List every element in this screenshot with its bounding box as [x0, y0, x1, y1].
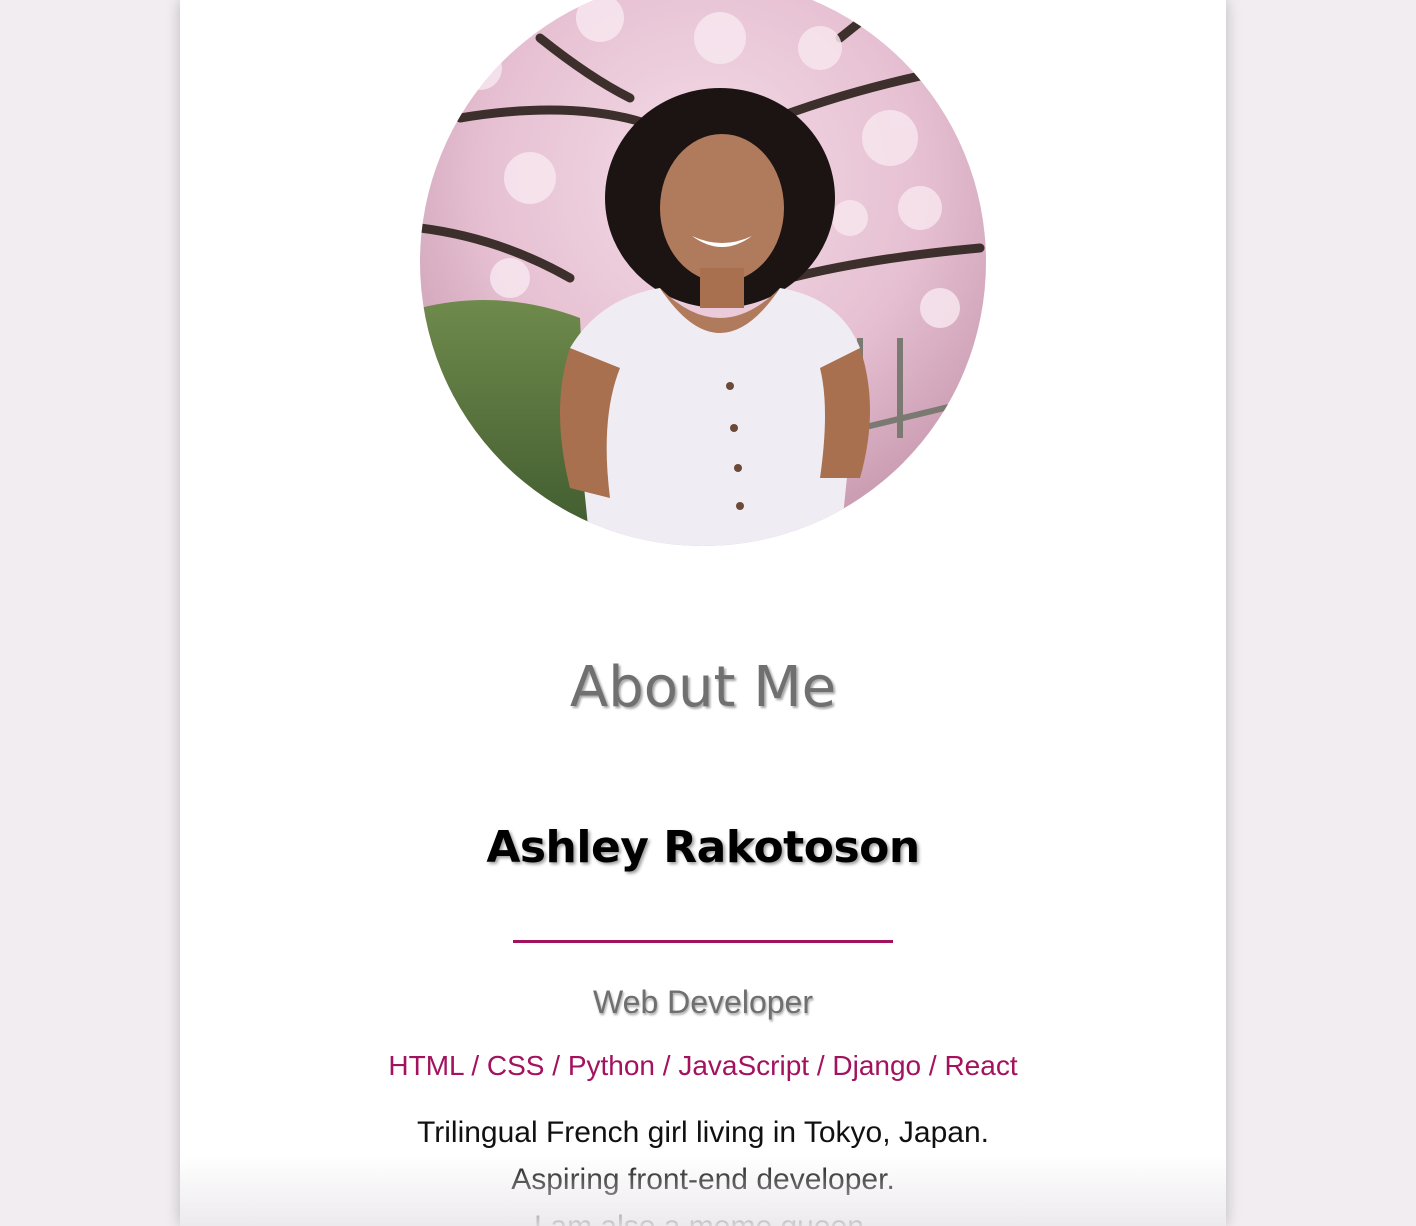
bio-line: Aspiring front-end developer.: [511, 1163, 895, 1196]
section-title: About Me: [569, 655, 837, 720]
bio-line: Trilingual French girl living in Tokyo, …: [417, 1116, 989, 1149]
accent-divider: [513, 940, 893, 943]
bio-line: I am also a meme queen.: [180, 1203, 1226, 1226]
job-title: Web Developer: [593, 984, 813, 1020]
skills-list: HTML / CSS / Python / JavaScript / Djang…: [388, 1050, 1018, 1081]
person-name: Ashley Rakotoson: [486, 822, 920, 873]
bio: Trilingual French girl living in Tokyo, …: [180, 1109, 1226, 1226]
page: About Me Ashley Rakotoson Web Developer …: [0, 0, 1416, 1226]
profile-photo: [420, 0, 986, 546]
about-card: About Me Ashley Rakotoson Web Developer …: [180, 0, 1226, 1226]
